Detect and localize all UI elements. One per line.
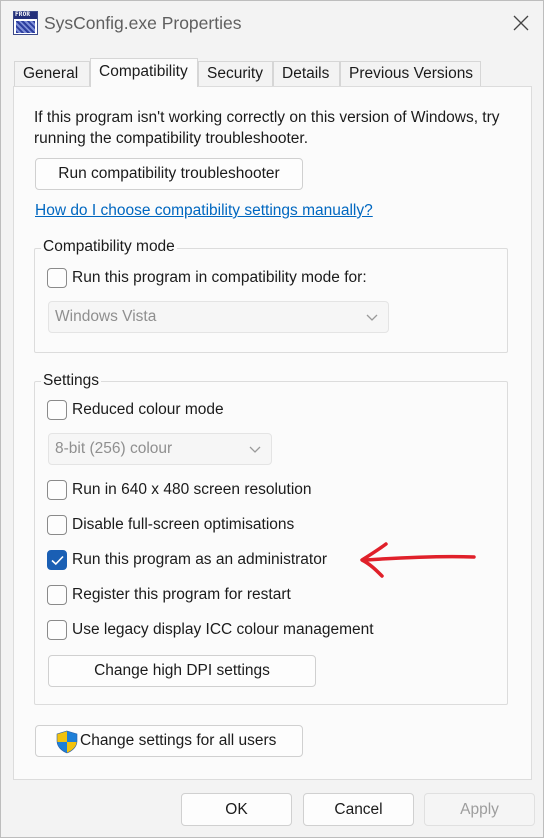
resolution-640-checkbox[interactable]: [47, 480, 67, 500]
chevron-down-icon: [249, 446, 261, 453]
title-bar[interactable]: FROR SysConfig.exe Properties: [1, 1, 544, 47]
colour-depth-select[interactable]: 8-bit (256) colour: [48, 433, 272, 465]
compat-mode-label: Run this program in compatibility mode f…: [72, 269, 367, 286]
change-all-users-label: Change settings for all users: [80, 732, 277, 749]
chevron-down-icon: [366, 314, 378, 321]
apply-label: Apply: [460, 801, 499, 818]
app-icon-body: [16, 21, 35, 33]
register-restart-checkbox[interactable]: [47, 585, 67, 605]
compatibility-mode-title: Compatibility mode: [41, 238, 177, 256]
compatibility-panel: If this program isn't working correctly …: [13, 86, 532, 780]
reduced-colour-label: Reduced colour mode: [72, 401, 224, 418]
tab-compatibility[interactable]: Compatibility: [90, 58, 198, 87]
run-troubleshooter-button[interactable]: Run compatibility troubleshooter: [35, 158, 303, 190]
ok-button[interactable]: OK: [181, 793, 292, 826]
tab-previous-versions[interactable]: Previous Versions: [340, 61, 481, 86]
uac-shield-icon: [56, 730, 78, 754]
tab-previous-versions-label: Previous Versions: [349, 65, 474, 82]
app-icon: FROR: [13, 11, 38, 35]
settings-title: Settings: [41, 372, 102, 390]
change-high-dpi-button[interactable]: Change high DPI settings: [48, 655, 316, 687]
reduced-colour-checkbox[interactable]: [47, 400, 67, 420]
compat-mode-checkbox[interactable]: [47, 268, 67, 288]
window-title: SysConfig.exe Properties: [44, 13, 242, 33]
tab-security[interactable]: Security: [198, 61, 273, 86]
tab-compatibility-label: Compatibility: [99, 63, 188, 80]
intro-text: If this program isn't working correctly …: [34, 109, 500, 147]
properties-window: FROR SysConfig.exe Properties General Co…: [0, 0, 544, 838]
legacy-icc-checkbox[interactable]: [47, 620, 67, 640]
disable-fullscreen-checkbox[interactable]: [47, 515, 67, 535]
legacy-icc-label: Use legacy display ICC colour management: [72, 621, 374, 638]
cancel-button[interactable]: Cancel: [303, 793, 414, 826]
app-icon-text: FROR: [15, 11, 31, 18]
tab-general-label: General: [23, 65, 79, 82]
close-icon: [513, 15, 529, 31]
resolution-640-label: Run in 640 x 480 screen resolution: [72, 481, 312, 498]
run-as-admin-label: Run this program as an administrator: [72, 551, 328, 568]
close-button[interactable]: [507, 9, 535, 37]
register-restart-label: Register this program for restart: [72, 586, 291, 603]
windows-version-value: Windows Vista: [55, 308, 157, 325]
apply-button[interactable]: Apply: [424, 793, 535, 826]
checkmark-icon: [51, 555, 64, 566]
change-high-dpi-label: Change high DPI settings: [94, 662, 270, 679]
run-troubleshooter-label: Run compatibility troubleshooter: [58, 165, 280, 182]
change-all-users-button[interactable]: Change settings for all users: [35, 725, 303, 757]
cancel-label: Cancel: [334, 801, 383, 818]
run-as-admin-checkbox[interactable]: [47, 550, 67, 570]
tab-general[interactable]: General: [14, 61, 90, 86]
ok-label: OK: [225, 801, 248, 818]
help-link[interactable]: How do I choose compatibility settings m…: [35, 202, 373, 220]
dialog-button-bar: OK Cancel Apply: [1, 781, 544, 838]
tab-security-label: Security: [207, 65, 263, 82]
disable-fullscreen-label: Disable full-screen optimisations: [72, 516, 295, 533]
tab-details-label: Details: [282, 65, 330, 82]
windows-version-select[interactable]: Windows Vista: [48, 301, 389, 333]
tab-details[interactable]: Details: [273, 61, 340, 86]
red-arrow-annotation: [360, 542, 476, 578]
colour-depth-value: 8-bit (256) colour: [55, 440, 173, 457]
